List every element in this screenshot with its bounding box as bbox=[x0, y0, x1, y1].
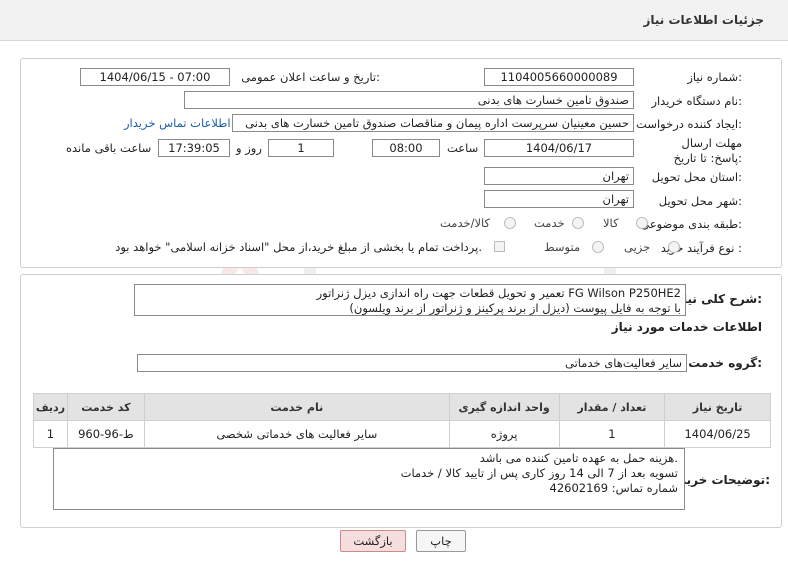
buyer-org-field: صندوق تامین خسارت های بدنی bbox=[184, 91, 634, 109]
cell-code: ط-96-960 bbox=[66, 420, 145, 448]
col-date-header: تاریخ نیاز bbox=[664, 393, 771, 421]
page-header: جزئیات اطلاعات نیاز bbox=[0, 0, 788, 41]
category-both-radio[interactable] bbox=[504, 217, 516, 229]
print-button[interactable]: چاپ bbox=[416, 530, 466, 552]
category-service-radio[interactable] bbox=[572, 217, 584, 229]
process-minor-radio[interactable] bbox=[668, 241, 680, 253]
province-field: تهران bbox=[484, 167, 634, 185]
cell-name: سایر فعالیت های خدماتی شخصی bbox=[143, 420, 450, 448]
buyer-org-label: نام دستگاه خریدار: bbox=[651, 94, 742, 108]
table-header-row: ردیف کد خدمت نام خدمت واحد اندازه گیری ت… bbox=[33, 393, 771, 421]
announce-field: 1404/06/15 - 07:00 bbox=[80, 68, 230, 86]
province-label: استان محل تحویل: bbox=[651, 170, 742, 184]
process-medium-label: متوسط bbox=[544, 240, 581, 254]
category-label: طبقه بندی موضوعی: bbox=[640, 217, 742, 231]
summary-line-2: با توجه به فایل پیوست (دیزل از برند پرکی… bbox=[349, 301, 681, 315]
city-field: تهران bbox=[484, 190, 634, 208]
cell-date: 1404/06/25 bbox=[664, 420, 771, 448]
buyer-notes-line-3: شماره تماس: 42602169 bbox=[549, 481, 679, 495]
col-unit-header: واحد اندازه گیری bbox=[448, 393, 560, 421]
days-field: 1 bbox=[268, 139, 334, 157]
services-table: ردیف کد خدمت نام خدمت واحد اندازه گیری ت… bbox=[33, 393, 771, 448]
page-title: جزئیات اطلاعات نیاز bbox=[643, 13, 764, 27]
need-number-field: 1104005660000089 bbox=[484, 68, 634, 86]
deadline-date-field: 1404/06/17 bbox=[484, 139, 634, 157]
treasury-payment-note: پرداخت تمام یا بخشی از مبلغ خرید،از محل … bbox=[115, 240, 482, 254]
deadline-time-field: 08:00 bbox=[372, 139, 440, 157]
table-row: 1 ط-96-960 سایر فعالیت های خدماتی شخصی پ… bbox=[33, 420, 771, 448]
col-row-header: ردیف bbox=[33, 393, 68, 421]
remaining-time-field: 17:39:05 bbox=[158, 139, 230, 157]
summary-label: شرح کلی نیاز: bbox=[676, 292, 762, 306]
buyer-notes-line-2: تسویه بعد از 7 الی 14 روز کاری پس از تای… bbox=[400, 466, 678, 480]
cell-row: 1 bbox=[33, 420, 68, 448]
summary-textarea[interactable]: تعمیر و تحویل قطعات جهت راه اندازی دیزل … bbox=[134, 284, 686, 316]
treasury-payment-checkbox[interactable] bbox=[494, 241, 505, 252]
deadline-time-label: ساعت bbox=[447, 141, 479, 155]
creator-field: حسین معینیان سرپرست اداره پیمان و مناقصا… bbox=[232, 114, 634, 132]
buyer-notes-textarea[interactable]: هزینه حمل به عهده تامین کننده می باشد. ت… bbox=[53, 448, 685, 510]
category-goods-label: کالا bbox=[603, 216, 619, 230]
process-medium-radio[interactable] bbox=[592, 241, 604, 253]
back-button[interactable]: بازگشت bbox=[340, 530, 406, 552]
service-group-label: گروه خدمت: bbox=[688, 356, 762, 370]
process-minor-label: جزیی bbox=[624, 240, 651, 254]
cell-qty: 1 bbox=[558, 420, 666, 448]
days-label: روز و bbox=[236, 141, 262, 155]
category-both-label: کالا/خدمت bbox=[440, 216, 491, 230]
col-code-header: کد خدمت bbox=[66, 393, 145, 421]
remaining-label: ساعت باقی مانده bbox=[66, 141, 152, 155]
city-label: شهر محل تحویل: bbox=[658, 194, 742, 208]
deadline-label: مهلت ارسال پاسخ: تا تاریخ: bbox=[673, 136, 742, 165]
services-section-title: اطلاعات خدمات مورد نیاز bbox=[611, 320, 762, 334]
need-number-label: شماره نیاز: bbox=[687, 70, 742, 84]
announce-label: تاریخ و ساعت اعلان عمومی: bbox=[241, 70, 380, 84]
cell-unit: پروژه bbox=[448, 420, 560, 448]
category-goods-radio[interactable] bbox=[636, 217, 648, 229]
summary-line-1: تعمیر و تحویل قطعات جهت راه اندازی دیزل … bbox=[316, 286, 681, 300]
creator-label: ایجاد کننده درخواست: bbox=[636, 117, 742, 131]
service-group-field: سایر فعالیت‌های خدماتی bbox=[137, 354, 687, 372]
buyer-notes-line-1: هزینه حمل به عهده تامین کننده می باشد. bbox=[479, 451, 678, 465]
category-service-label: خدمت bbox=[534, 216, 565, 230]
col-name-header: نام خدمت bbox=[143, 393, 450, 421]
contact-info-link[interactable]: اطلاعات تماس خریدار bbox=[124, 116, 231, 130]
col-qty-header: تعداد / مقدار bbox=[558, 393, 666, 421]
